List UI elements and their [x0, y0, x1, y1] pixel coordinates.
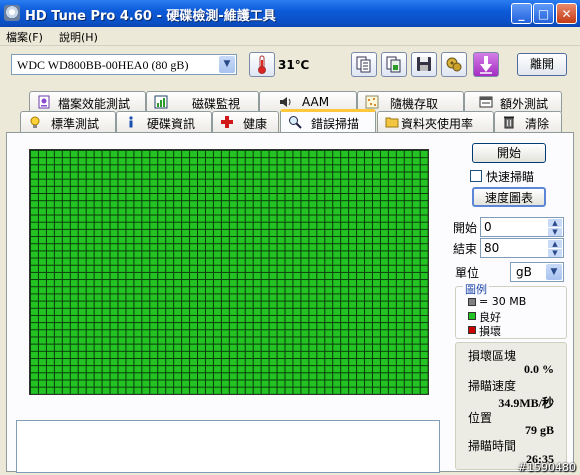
- folder-icon: [385, 117, 399, 128]
- legend-block-size: = 30 MB: [479, 295, 527, 308]
- scan-speed-label: 掃瞄速度: [468, 379, 517, 393]
- position-value: 79 gB: [524, 423, 554, 437]
- window-title: HD Tune Pro 4.60 - 硬碟檢測-維護工具: [25, 9, 276, 24]
- start-button[interactable]: 開始: [472, 143, 546, 163]
- unit-value: gB: [516, 265, 532, 279]
- end-spinner[interactable]: 80 ▲ ▼: [480, 238, 564, 258]
- tab-extra-tests[interactable]: 額外測試: [464, 91, 562, 112]
- end-field-label: 結束: [453, 242, 478, 256]
- thermometer-icon: [249, 52, 275, 77]
- lightbulb-icon: [30, 116, 40, 128]
- tab-folder-usage[interactable]: 資料夾使用率: [377, 111, 494, 132]
- copy-text-button[interactable]: [351, 52, 377, 77]
- random-access-icon: [365, 95, 379, 109]
- legend-swatch-block: [468, 298, 476, 306]
- download-icon: [480, 56, 492, 74]
- chevron-down-icon[interactable]: ▼: [546, 264, 562, 280]
- end-value: 80: [484, 241, 500, 255]
- spin-down-icon[interactable]: ▼: [548, 249, 562, 257]
- spin-up-icon[interactable]: ▲: [548, 219, 562, 227]
- speaker-icon: [280, 97, 291, 107]
- spin-up-icon[interactable]: ▲: [548, 240, 562, 248]
- health-cross-icon: [221, 116, 233, 128]
- disk-monitor-icon: [154, 95, 168, 109]
- quick-scan-checkbox[interactable]: [470, 170, 482, 182]
- maximize-button[interactable]: □: [533, 3, 554, 24]
- scan-time-label: 掃瞄時間: [468, 439, 517, 453]
- tab-health[interactable]: 健康: [212, 111, 279, 132]
- damaged-blocks-value: 0.0 %: [524, 362, 554, 376]
- copy-text-icon: [356, 56, 371, 73]
- legend-swatch-good: [468, 312, 476, 320]
- tab-error-scan[interactable]: 錯誤掃描: [280, 109, 376, 132]
- legend-damaged: 損壞: [479, 325, 501, 338]
- drive-select-value: WDC WD800BB-00HEA0 (80 gB): [17, 58, 189, 72]
- info-icon: [129, 116, 133, 128]
- start-spinner[interactable]: 0 ▲ ▼: [480, 217, 564, 237]
- options-button[interactable]: [441, 52, 467, 77]
- drive-select[interactable]: WDC WD800BB-00HEA0 (80 gB) ▼: [11, 54, 237, 75]
- start-value: 0: [484, 220, 492, 234]
- options-icon: [446, 57, 462, 72]
- position-label: 位置: [468, 411, 493, 425]
- scan-block-map: [29, 149, 429, 395]
- exit-button[interactable]: 離開: [517, 53, 567, 76]
- legend-swatch-damaged: [468, 326, 476, 334]
- tab-erase[interactable]: 清除: [494, 111, 562, 132]
- copy-screenshot-button[interactable]: [381, 52, 407, 77]
- unit-label: 單位: [455, 266, 480, 280]
- quick-scan-label: 快速掃瞄: [486, 170, 535, 184]
- magnifier-icon: [289, 116, 302, 129]
- scan-speed-value: 34.9MB/秒: [498, 396, 554, 410]
- save-button[interactable]: [411, 52, 437, 77]
- temperature-readout: 31℃: [278, 58, 310, 72]
- tab-info[interactable]: 硬碟資訊: [116, 111, 212, 132]
- menu-file[interactable]: 檔案(F): [6, 29, 43, 45]
- copy-screenshot-icon: [386, 56, 401, 73]
- app-disk-icon: [4, 5, 20, 21]
- trash-icon: [504, 116, 514, 129]
- start-field-label: 開始: [453, 221, 478, 235]
- tab-disk-monitor[interactable]: 磁碟監視: [146, 91, 259, 112]
- minimize-button[interactable]: _: [511, 3, 532, 24]
- unit-select[interactable]: gB ▼: [510, 262, 564, 282]
- close-button[interactable]: ✕: [556, 3, 577, 24]
- watermark: #1590480: [517, 461, 576, 474]
- chevron-down-icon[interactable]: ▼: [219, 56, 235, 73]
- menu-help[interactable]: 說明(H): [59, 29, 98, 45]
- file-benchmark-icon: [38, 95, 50, 109]
- spin-down-icon[interactable]: ▼: [548, 228, 562, 236]
- save-icon: [417, 57, 431, 71]
- extra-tests-icon: [479, 96, 493, 108]
- damaged-blocks-label: 損壞區塊: [468, 349, 517, 363]
- download-button[interactable]: [473, 52, 499, 77]
- tab-file-benchmark[interactable]: 檔案效能測試: [29, 91, 146, 112]
- log-textbox[interactable]: [16, 420, 440, 473]
- tab-benchmark[interactable]: 標準測試: [20, 111, 116, 132]
- speed-map-button[interactable]: 速度圖表: [472, 187, 546, 207]
